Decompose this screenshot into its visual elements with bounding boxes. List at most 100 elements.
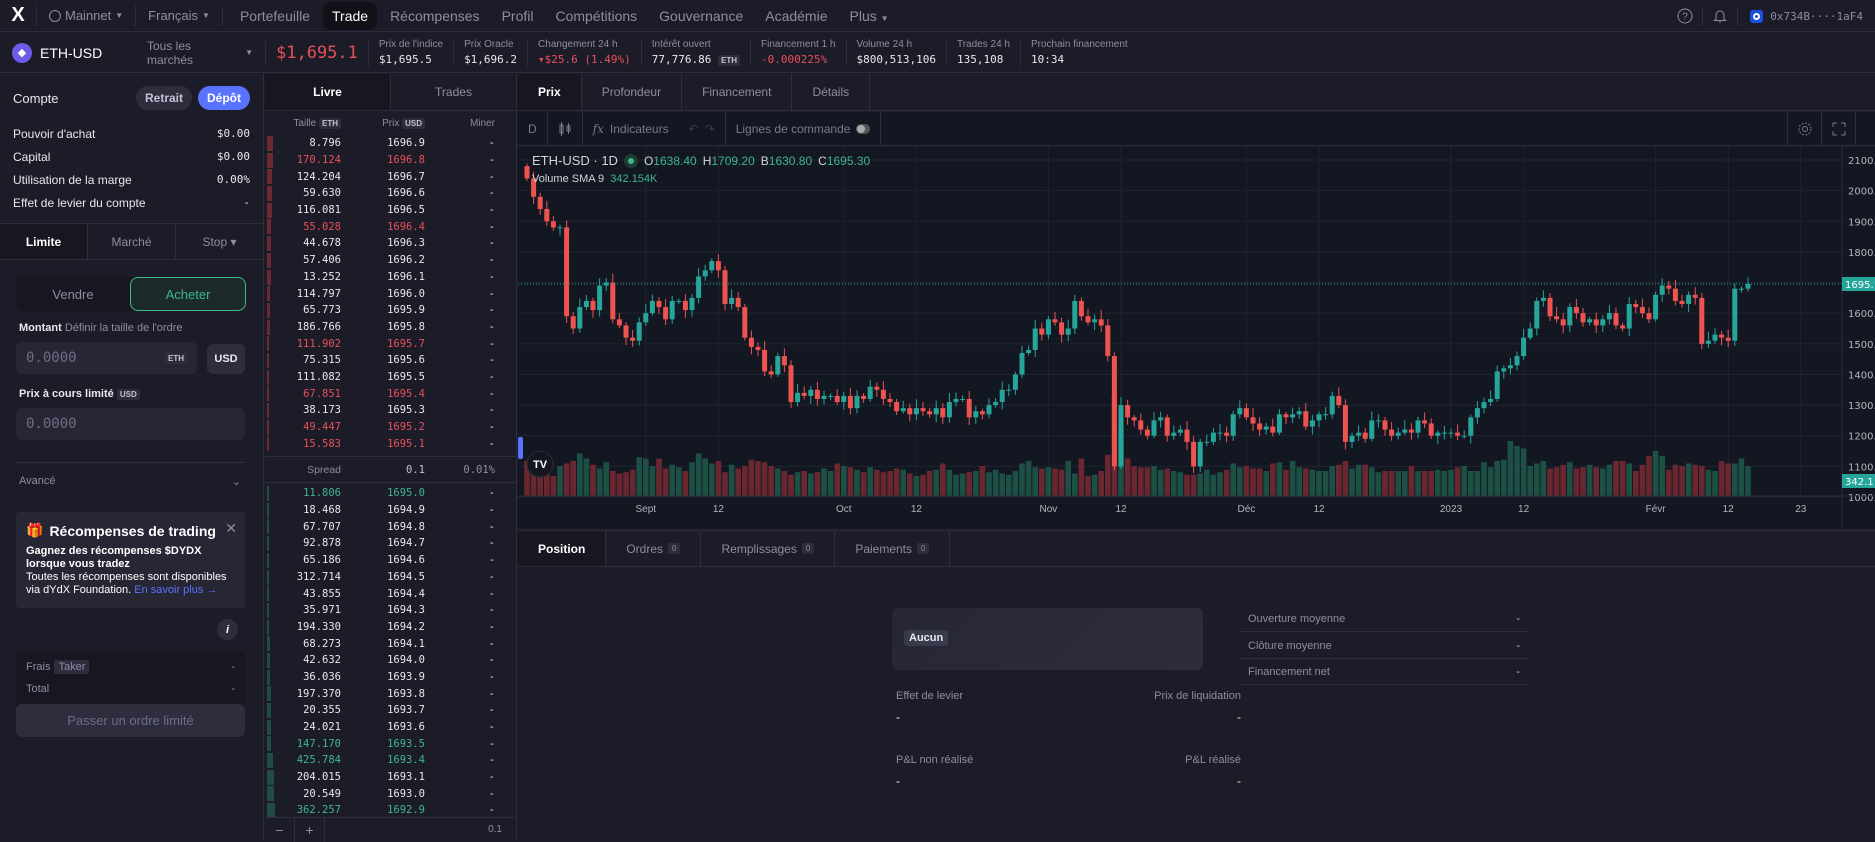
chevron-down-icon: ⌄	[231, 476, 241, 488]
zoom-out-button[interactable]: −	[265, 817, 295, 842]
bid-row[interactable]: 92.878 1694.7 -	[265, 535, 516, 552]
ask-row[interactable]: 55.028 1696.4 -	[265, 218, 516, 235]
bid-row[interactable]: 147.170 1693.5 -	[265, 735, 516, 752]
ask-row[interactable]: 49.447 1695.2 -	[265, 419, 516, 436]
ask-row[interactable]: 13.252 1696.1 -	[265, 269, 516, 286]
close-icon[interactable]: ✕	[225, 520, 237, 537]
bid-row[interactable]: 20.355 1693.7 -	[265, 702, 516, 719]
interval-button[interactable]: D	[518, 111, 548, 146]
ask-row[interactable]: 38.173 1695.3 -	[265, 402, 516, 419]
bid-row[interactable]: 194.330 1694.2 -	[265, 619, 516, 636]
bid-row[interactable]: 68.273 1694.1 -	[265, 635, 516, 652]
bid-row[interactable]: 35.971 1694.3 -	[265, 602, 516, 619]
ask-row[interactable]: 114.797 1696.0 -	[265, 285, 516, 302]
mine-cell: -	[488, 704, 495, 717]
order-lines-toggle[interactable]: Lignes de commande	[726, 111, 882, 146]
nav-academy[interactable]: Académie	[756, 2, 836, 30]
ask-row[interactable]: 75.315 1695.6 -	[265, 352, 516, 369]
nav-portfolio[interactable]: Portefeuille	[231, 2, 319, 30]
tab-book[interactable]: Livre	[265, 74, 391, 110]
candle-type-button[interactable]	[548, 111, 583, 146]
undo-icon[interactable]: ↶	[689, 122, 699, 136]
ask-row[interactable]: 15.583 1695.1 -	[265, 435, 516, 452]
settings-icon[interactable]	[1787, 112, 1821, 146]
bell-icon[interactable]	[1703, 0, 1737, 32]
nav-governance[interactable]: Gouvernance	[650, 2, 752, 30]
all-markets-dropdown[interactable]: Tous les marchés ▼	[135, 39, 265, 67]
ask-row[interactable]: 8.796 1696.9 -	[265, 135, 516, 152]
price-cell: 1695.5	[387, 370, 425, 383]
candle-body	[946, 402, 952, 418]
advanced-toggle[interactable]: Avancé ⌄	[19, 475, 241, 488]
redo-icon[interactable]: ↷	[705, 122, 715, 136]
ask-row[interactable]: 57.406 1696.2 -	[265, 252, 516, 269]
ask-row[interactable]: 116.081 1696.5 -	[265, 202, 516, 219]
nav-trade[interactable]: Trade	[323, 1, 378, 30]
tab-funding[interactable]: Financement	[682, 74, 793, 110]
dydx-logo[interactable]: X	[0, 0, 36, 32]
camera-icon[interactable]	[1855, 112, 1875, 146]
network-selector[interactable]: Mainnet ▼	[37, 8, 135, 23]
candle-body	[1672, 288, 1678, 301]
learn-more-link[interactable]: En savoir plus →	[134, 584, 217, 596]
usd-toggle-button[interactable]: USD	[207, 344, 245, 374]
bid-row[interactable]: 11.806 1695.0 -	[265, 485, 516, 502]
buy-button[interactable]: Acheter	[130, 277, 246, 311]
ask-row[interactable]: 67.851 1695.4 -	[265, 385, 516, 402]
indicators-button[interactable]: fx Indicateurs ↶ ↷	[583, 111, 726, 146]
bid-row[interactable]: 425.784 1693.4 -	[265, 752, 516, 769]
bid-row[interactable]: 65.186 1694.6 -	[265, 552, 516, 569]
withdraw-button[interactable]: Retrait	[135, 86, 192, 110]
bid-row[interactable]: 20.549 1693.0 -	[265, 785, 516, 802]
deposit-button[interactable]: Dépôt	[198, 86, 250, 110]
toggle-switch[interactable]	[856, 123, 871, 134]
volume-bar	[1283, 469, 1289, 496]
tab-stop[interactable]: Stop ▾	[176, 224, 263, 259]
ask-row[interactable]: 124.204 1696.7 -	[265, 168, 516, 185]
bid-row[interactable]: 18.468 1694.9 -	[265, 502, 516, 519]
tab-depth[interactable]: Profondeur	[582, 74, 683, 110]
y-tick-label: 1900.0	[1848, 217, 1875, 228]
wallet-button[interactable]: 0x734B····1aF4	[1738, 9, 1875, 23]
ask-row[interactable]: 111.902 1695.7 -	[265, 335, 516, 352]
tab-limit[interactable]: Limite	[0, 224, 88, 259]
ask-row[interactable]: 59.630 1696.6 -	[265, 185, 516, 202]
ask-row[interactable]: 65.773 1695.9 -	[265, 302, 516, 319]
zoom-in-button[interactable]: +	[295, 817, 325, 842]
ask-row[interactable]: 111.082 1695.5 -	[265, 369, 516, 386]
bid-row[interactable]: 36.036 1693.9 -	[265, 669, 516, 686]
help-icon[interactable]: ?	[1668, 0, 1702, 32]
sell-button[interactable]: Vendre	[16, 277, 130, 311]
bid-row[interactable]: 43.855 1694.4 -	[265, 585, 516, 602]
tab-payments[interactable]: Paiements 0	[835, 531, 951, 566]
ask-row[interactable]: 44.678 1696.3 -	[265, 235, 516, 252]
nav-profile[interactable]: Profil	[493, 2, 543, 30]
tab-position[interactable]: Position	[518, 531, 607, 566]
tab-trades[interactable]: Trades	[391, 74, 516, 110]
tab-price[interactable]: Prix	[518, 74, 582, 110]
amount-input[interactable]: 0.0000 ETH	[16, 342, 197, 374]
tab-details[interactable]: Détails	[792, 74, 871, 110]
nav-more[interactable]: Plus ▼	[841, 2, 898, 30]
tab-fills[interactable]: Remplissages 0	[701, 531, 836, 566]
bid-row[interactable]: 42.632 1694.0 -	[265, 652, 516, 669]
place-limit-order-button[interactable]: Passer un ordre limité	[16, 704, 245, 737]
language-selector[interactable]: Français ▼	[136, 8, 222, 23]
chart-side-handle[interactable]	[518, 437, 523, 459]
limit-price-input[interactable]: 0.0000	[16, 408, 245, 440]
ask-row[interactable]: 170.124 1696.8 -	[265, 152, 516, 169]
nav-rewards[interactable]: Récompenses	[381, 2, 489, 30]
fullscreen-icon[interactable]	[1821, 112, 1855, 146]
volume-bar	[801, 471, 807, 496]
bid-row[interactable]: 67.707 1694.8 -	[265, 518, 516, 535]
tab-market[interactable]: Marché	[88, 224, 176, 259]
price-chart[interactable]: 2100.0 2000.0 1900.0 1800.0 1600.0 1500.0 1400…	[518, 147, 1875, 528]
tab-orders[interactable]: Ordres 0	[606, 531, 702, 566]
info-icon[interactable]: i	[217, 619, 238, 640]
bid-row[interactable]: 204.015 1693.1 -	[265, 769, 516, 786]
ask-row[interactable]: 186.766 1695.8 -	[265, 319, 516, 336]
bid-row[interactable]: 312.714 1694.5 -	[265, 569, 516, 586]
nav-competitions[interactable]: Compétitions	[546, 2, 646, 30]
bid-row[interactable]: 197.370 1693.8 -	[265, 685, 516, 702]
bid-row[interactable]: 24.021 1693.6 -	[265, 719, 516, 736]
